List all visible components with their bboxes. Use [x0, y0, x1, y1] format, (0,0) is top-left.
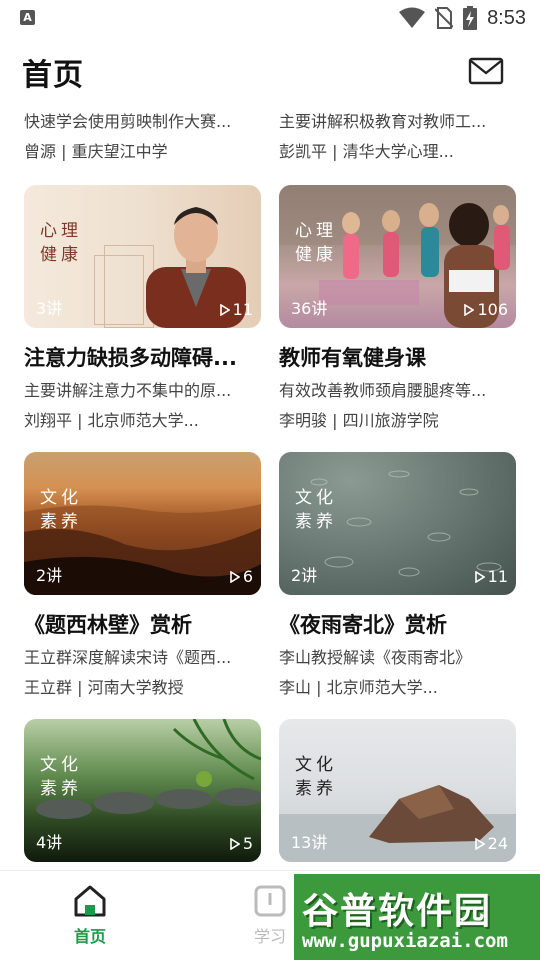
- course-author: 曾源 | 重庆望江中学: [24, 142, 168, 161]
- course-card[interactable]: 文化 素养 4讲 5: [24, 719, 261, 870]
- site-watermark: 谷普软件园 www.gupuxiazai.com: [294, 874, 540, 960]
- category-tag: 心理 健康: [40, 221, 82, 265]
- home-icon: [74, 885, 106, 917]
- category-tag: 文化 素养: [40, 488, 82, 532]
- play-icon: [230, 570, 240, 583]
- lesson-count: 2讲: [36, 566, 63, 585]
- watermark-logo: 谷普软件园: [302, 891, 493, 932]
- course-author: 彭凯平 | 清华大学心理...: [279, 142, 454, 161]
- course-title: 注意力缺损多动障碍...: [24, 346, 237, 370]
- lesson-count: 2讲: [291, 566, 318, 585]
- course-thumbnail[interactable]: 心理 健康 36讲 106: [279, 185, 516, 328]
- course-feed[interactable]: 快速学会使用剪映制作大赛... 曾源 | 重庆望江中学 主要讲解积极教育对教师工…: [0, 100, 540, 870]
- course-card[interactable]: 快速学会使用剪映制作大赛... 曾源 | 重庆望江中学: [24, 100, 261, 185]
- status-time: 8:53: [487, 6, 526, 29]
- course-description: 主要讲解注意力不集中的原...: [24, 381, 232, 400]
- play-count: 5: [230, 834, 253, 853]
- course-thumbnail[interactable]: 文化 素养 2讲 11: [279, 452, 516, 595]
- play-icon: [230, 837, 240, 850]
- nav-home[interactable]: 首页: [50, 885, 130, 947]
- play-icon: [474, 570, 485, 583]
- lesson-count: 13讲: [291, 833, 328, 852]
- course-author: 李山 | 北京师范大学...: [279, 678, 438, 697]
- course-card[interactable]: 文化 素养 2讲 6 《题西林壁》赏析 王立群深度解读宋诗《题西... 王立群 …: [24, 452, 261, 719]
- course-description: 有效改善教师颈肩腰腿疼等...: [279, 381, 487, 400]
- play-icon: [219, 303, 230, 316]
- course-author: 李明骏 | 四川旅游学院: [279, 411, 439, 430]
- play-icon: [464, 303, 475, 316]
- course-title: 教师有氧健身课: [279, 346, 426, 370]
- course-thumbnail[interactable]: 心理 健康 3讲 11: [24, 185, 261, 328]
- mail-icon: [468, 57, 504, 85]
- course-description: 李山教授解读《夜雨寄北》: [279, 648, 472, 667]
- course-card[interactable]: 文化 素养 13讲 24: [279, 719, 516, 870]
- lesson-count: 4讲: [36, 833, 63, 852]
- course-card[interactable]: 主要讲解积极教育对教师工... 彭凯平 | 清华大学心理...: [279, 100, 516, 185]
- course-thumbnail[interactable]: 文化 素养 4讲 5: [24, 719, 261, 862]
- course-description: 王立群深度解读宋诗《题西...: [24, 648, 232, 667]
- course-description: 主要讲解积极教育对教师工...: [279, 112, 487, 131]
- course-title: 《夜雨寄北》赏析: [279, 613, 447, 637]
- category-tag: 文化 素养: [295, 755, 337, 799]
- course-title: 《题西林壁》赏析: [24, 613, 192, 637]
- course-author: 王立群 | 河南大学教授: [24, 678, 184, 697]
- messages-button[interactable]: [468, 56, 504, 86]
- course-author: 刘翔平 | 北京师范大学...: [24, 411, 199, 430]
- category-tag: 文化 素养: [40, 755, 82, 799]
- app-a-icon: A: [20, 10, 35, 25]
- wifi-icon: [399, 7, 426, 29]
- course-thumbnail[interactable]: 文化 素养 13讲 24: [279, 719, 516, 862]
- no-sim-icon: [435, 7, 454, 29]
- play-count: 6: [230, 567, 253, 586]
- status-icons: 8:53: [399, 6, 526, 30]
- course-grid: 快速学会使用剪映制作大赛... 曾源 | 重庆望江中学 主要讲解积极教育对教师工…: [24, 100, 516, 870]
- header: 首页: [0, 44, 540, 100]
- play-count: 11: [474, 567, 508, 586]
- lesson-count: 36讲: [291, 299, 328, 318]
- page-title: 首页: [22, 58, 84, 93]
- battery-charging-icon: [463, 6, 478, 30]
- course-card[interactable]: 心理 健康 3讲 11 注意力缺损多动障碍... 主要讲解注意力不集中的原...…: [24, 185, 261, 452]
- course-card[interactable]: 心理 健康 36讲 106 教师有氧健身课 有效改善教师颈肩腰腿疼等... 李明…: [279, 185, 516, 452]
- nav-home-label: 首页: [73, 927, 106, 946]
- course-description: 快速学会使用剪映制作大赛...: [24, 112, 232, 131]
- play-count: 11: [219, 300, 253, 319]
- category-tag: 文化 素养: [295, 488, 337, 532]
- study-icon: [254, 885, 286, 917]
- category-tag: 心理 健康: [295, 221, 337, 265]
- lesson-count: 3讲: [36, 299, 63, 318]
- play-count: 24: [474, 834, 508, 853]
- course-thumbnail[interactable]: 文化 素养 2讲 6: [24, 452, 261, 595]
- status-bar: A 8:53: [0, 0, 540, 36]
- watermark-url: www.gupuxiazai.com: [302, 930, 508, 952]
- play-icon: [474, 837, 485, 850]
- play-count: 106: [464, 300, 508, 319]
- course-card[interactable]: 文化 素养 2讲 11 《夜雨寄北》赏析 李山教授解读《夜雨寄北》 李山 | 北…: [279, 452, 516, 719]
